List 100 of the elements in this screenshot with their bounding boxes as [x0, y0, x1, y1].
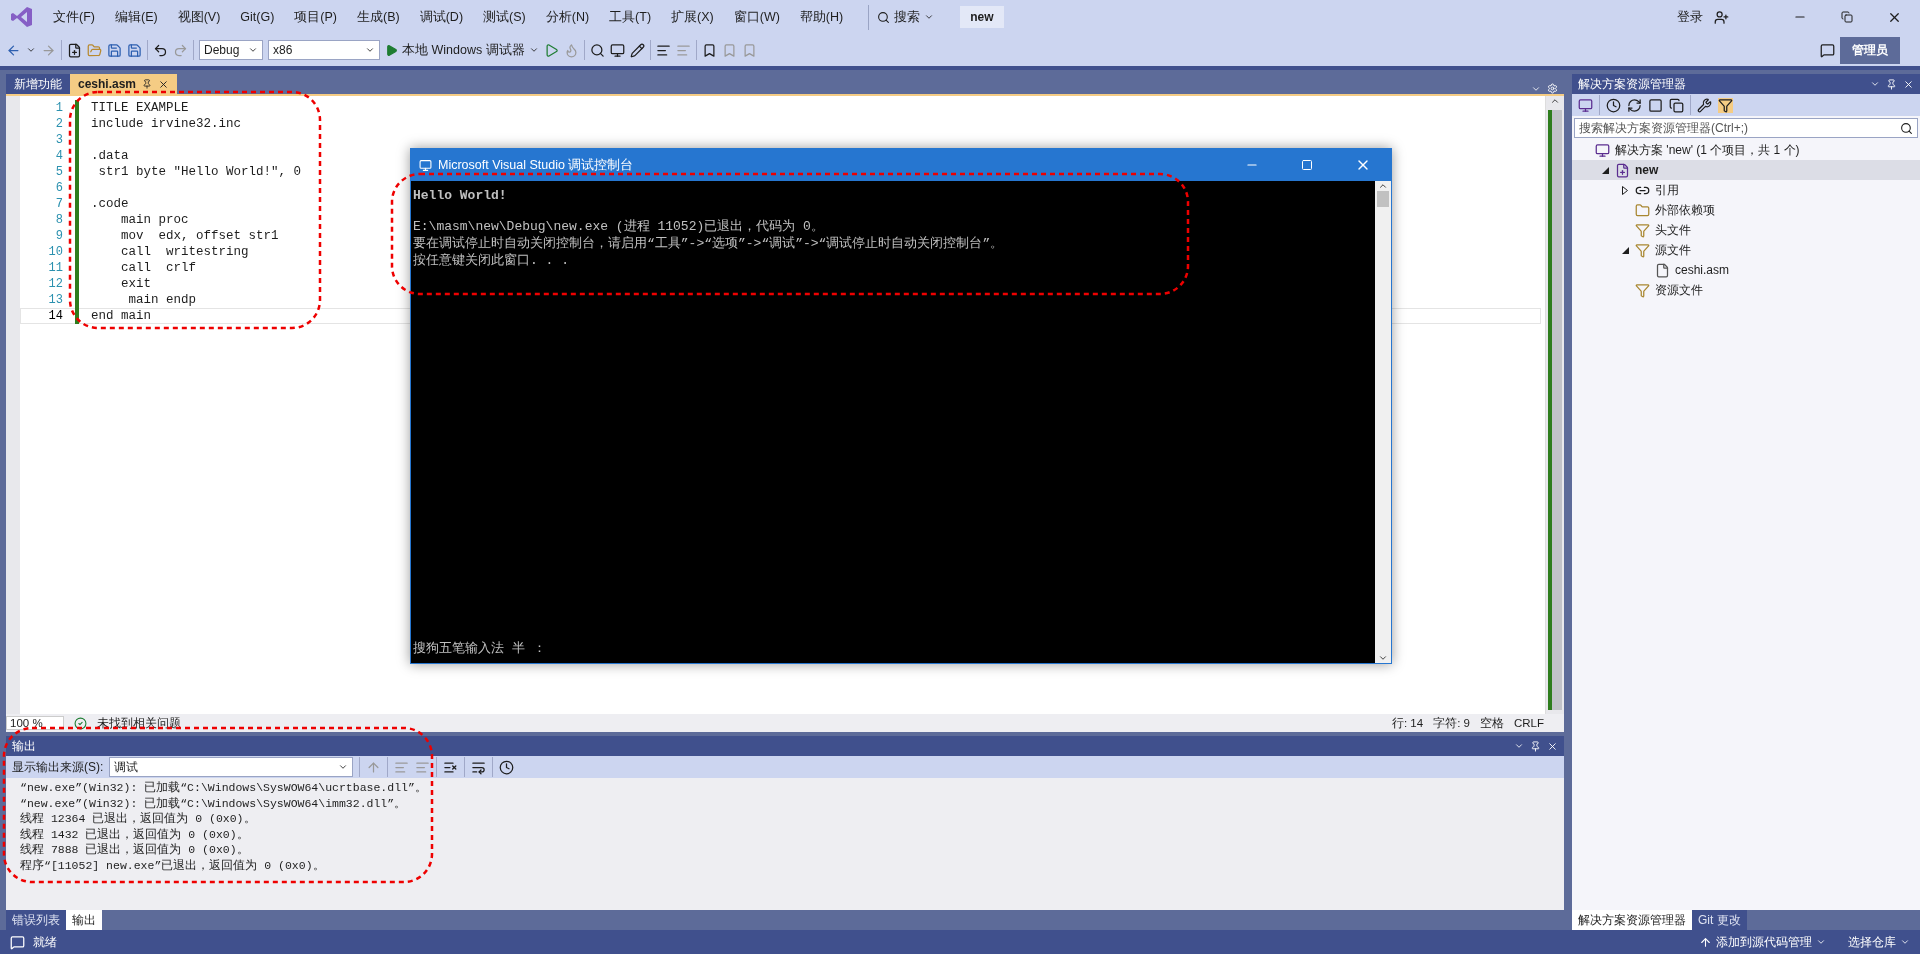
- menu-item[interactable]: 窗口(W): [724, 4, 789, 30]
- find-icon[interactable]: [589, 42, 605, 58]
- search-icon[interactable]: [877, 10, 891, 24]
- platform-dropdown[interactable]: x86: [268, 40, 380, 60]
- word-wrap-icon[interactable]: [471, 759, 487, 775]
- close-icon[interactable]: [1547, 740, 1558, 752]
- bookmark-icon[interactable]: [701, 42, 717, 58]
- maximize-icon[interactable]: [1301, 159, 1313, 171]
- configuration-dropdown[interactable]: Debug: [199, 40, 263, 60]
- menu-item[interactable]: 编辑(E): [105, 4, 167, 30]
- menu-item[interactable]: 视图(V): [168, 4, 230, 30]
- solution-icon[interactable]: [1595, 142, 1610, 158]
- arrow-up-icon[interactable]: [1699, 935, 1712, 949]
- restore-icon[interactable]: [1841, 11, 1853, 23]
- panel-tab[interactable]: Git 更改: [1692, 910, 1747, 930]
- properties-icon[interactable]: [1697, 97, 1712, 113]
- account-icon[interactable]: [1714, 9, 1729, 25]
- back-icon[interactable]: [6, 42, 21, 58]
- output-source-dropdown[interactable]: 调试: [109, 757, 354, 777]
- tree-item[interactable]: ceshi.asm: [1572, 260, 1920, 280]
- save-all-icon[interactable]: [127, 42, 142, 58]
- caret-icon[interactable]: [1900, 937, 1910, 947]
- caret-icon[interactable]: [528, 45, 539, 55]
- menu-item[interactable]: 生成(B): [348, 4, 409, 30]
- menu-item[interactable]: 测试(S): [474, 4, 535, 30]
- close-icon[interactable]: [158, 78, 170, 90]
- menu-item[interactable]: 分析(N): [536, 4, 599, 30]
- run-button[interactable]: 本地 Windows 调试器: [385, 41, 539, 59]
- indent-icon[interactable]: [655, 42, 671, 58]
- start-without-debugging-icon[interactable]: [543, 42, 559, 58]
- tree-item[interactable]: 解决方案 'new' (1 个项目，共 1 个): [1572, 140, 1920, 160]
- search-icon[interactable]: [1900, 121, 1913, 135]
- check-icon[interactable]: [73, 716, 87, 730]
- caret-icon[interactable]: [365, 45, 375, 55]
- filter-folder-icon[interactable]: [1635, 222, 1650, 238]
- repository-button[interactable]: 选择仓库: [1848, 933, 1910, 951]
- menu-item[interactable]: 扩展(X): [662, 4, 723, 30]
- menu-item[interactable]: 项目(P): [285, 4, 346, 30]
- caret-icon[interactable]: [338, 762, 349, 772]
- filter-folder-icon[interactable]: [1635, 242, 1650, 258]
- caret-icon[interactable]: [1870, 79, 1880, 89]
- caret-icon[interactable]: [924, 12, 935, 22]
- history-icon[interactable]: [1606, 97, 1621, 113]
- tree-item[interactable]: new: [1572, 160, 1920, 180]
- console-line: 按任意键关闭此窗口. . .: [413, 252, 570, 269]
- caret-icon[interactable]: [1816, 937, 1826, 947]
- caret-icon[interactable]: [26, 45, 36, 55]
- filter-folder-icon[interactable]: [1635, 282, 1650, 298]
- close-icon[interactable]: [1903, 78, 1914, 90]
- search-field[interactable]: 搜索解决方案资源管理器(Ctrl+;): [1574, 118, 1918, 138]
- clear-all-icon[interactable]: [443, 759, 459, 775]
- scrollbar-thumb[interactable]: [1377, 191, 1389, 207]
- menu-item[interactable]: 调试(D): [410, 4, 473, 30]
- pin-icon[interactable]: [142, 79, 153, 89]
- search-button[interactable]: 搜索: [868, 4, 943, 30]
- caret-icon[interactable]: [1514, 741, 1524, 751]
- project-icon[interactable]: [1615, 162, 1630, 178]
- zoom-dropdown[interactable]: 100 %: [6, 716, 64, 730]
- menu-item[interactable]: 帮助(H): [790, 4, 853, 30]
- tree-item[interactable]: 引用: [1572, 180, 1920, 200]
- expanded-icon[interactable]: [1601, 166, 1609, 174]
- feedback-icon[interactable]: [1820, 42, 1835, 58]
- sign-in-link[interactable]: 登录: [1668, 4, 1712, 30]
- panel-tab[interactable]: 解决方案资源管理器: [1572, 910, 1692, 930]
- file-icon[interactable]: [1655, 262, 1670, 278]
- window-title: Microsoft Visual Studio 调试控制台: [438, 156, 634, 174]
- tree-item[interactable]: 外部依赖项: [1572, 200, 1920, 220]
- menu-item[interactable]: 工具(T): [600, 4, 661, 30]
- window-icon[interactable]: [609, 42, 625, 58]
- pin-icon[interactable]: [1530, 740, 1541, 752]
- expanded-icon[interactable]: [1621, 246, 1629, 254]
- tree-item[interactable]: 资源文件: [1572, 280, 1920, 300]
- pin-icon[interactable]: [1886, 78, 1897, 90]
- caret-icon[interactable]: [1378, 653, 1388, 663]
- source-label: 显示输出来源(S):: [12, 758, 104, 776]
- play-icon[interactable]: [385, 43, 398, 57]
- panel-tab[interactable]: 输出: [66, 910, 102, 930]
- document-tab[interactable]: 新增功能: [6, 74, 70, 94]
- caret-icon[interactable]: [1378, 181, 1388, 191]
- clock-icon[interactable]: [499, 759, 515, 775]
- console-icon: [419, 158, 432, 172]
- collapsed-icon[interactable]: [1622, 185, 1628, 195]
- caret-icon[interactable]: [1550, 96, 1560, 106]
- tree-item[interactable]: 头文件: [1572, 220, 1920, 240]
- undo-icon[interactable]: [153, 42, 168, 58]
- save-icon[interactable]: [107, 42, 122, 58]
- settings-icon[interactable]: [1547, 83, 1558, 94]
- notification-icon[interactable]: [10, 934, 25, 950]
- ime-status: 搜狗五笔输入法 半 ：: [413, 640, 547, 657]
- document-tab[interactable]: ceshi.asm: [70, 74, 178, 94]
- panel-tab[interactable]: 错误列表: [6, 910, 66, 930]
- caret-icon[interactable]: [248, 45, 258, 55]
- menu-item[interactable]: Git(G): [231, 6, 284, 28]
- new-item-icon[interactable]: [67, 42, 82, 58]
- source-control-button[interactable]: 添加到源代码管理: [1699, 933, 1826, 951]
- scrollbar-thumb[interactable]: [1548, 110, 1562, 710]
- menu-item[interactable]: 文件(F): [44, 4, 104, 30]
- sync-icon[interactable]: [1627, 97, 1642, 113]
- tree-item[interactable]: 源文件: [1572, 240, 1920, 260]
- code-line: end main: [91, 309, 151, 323]
